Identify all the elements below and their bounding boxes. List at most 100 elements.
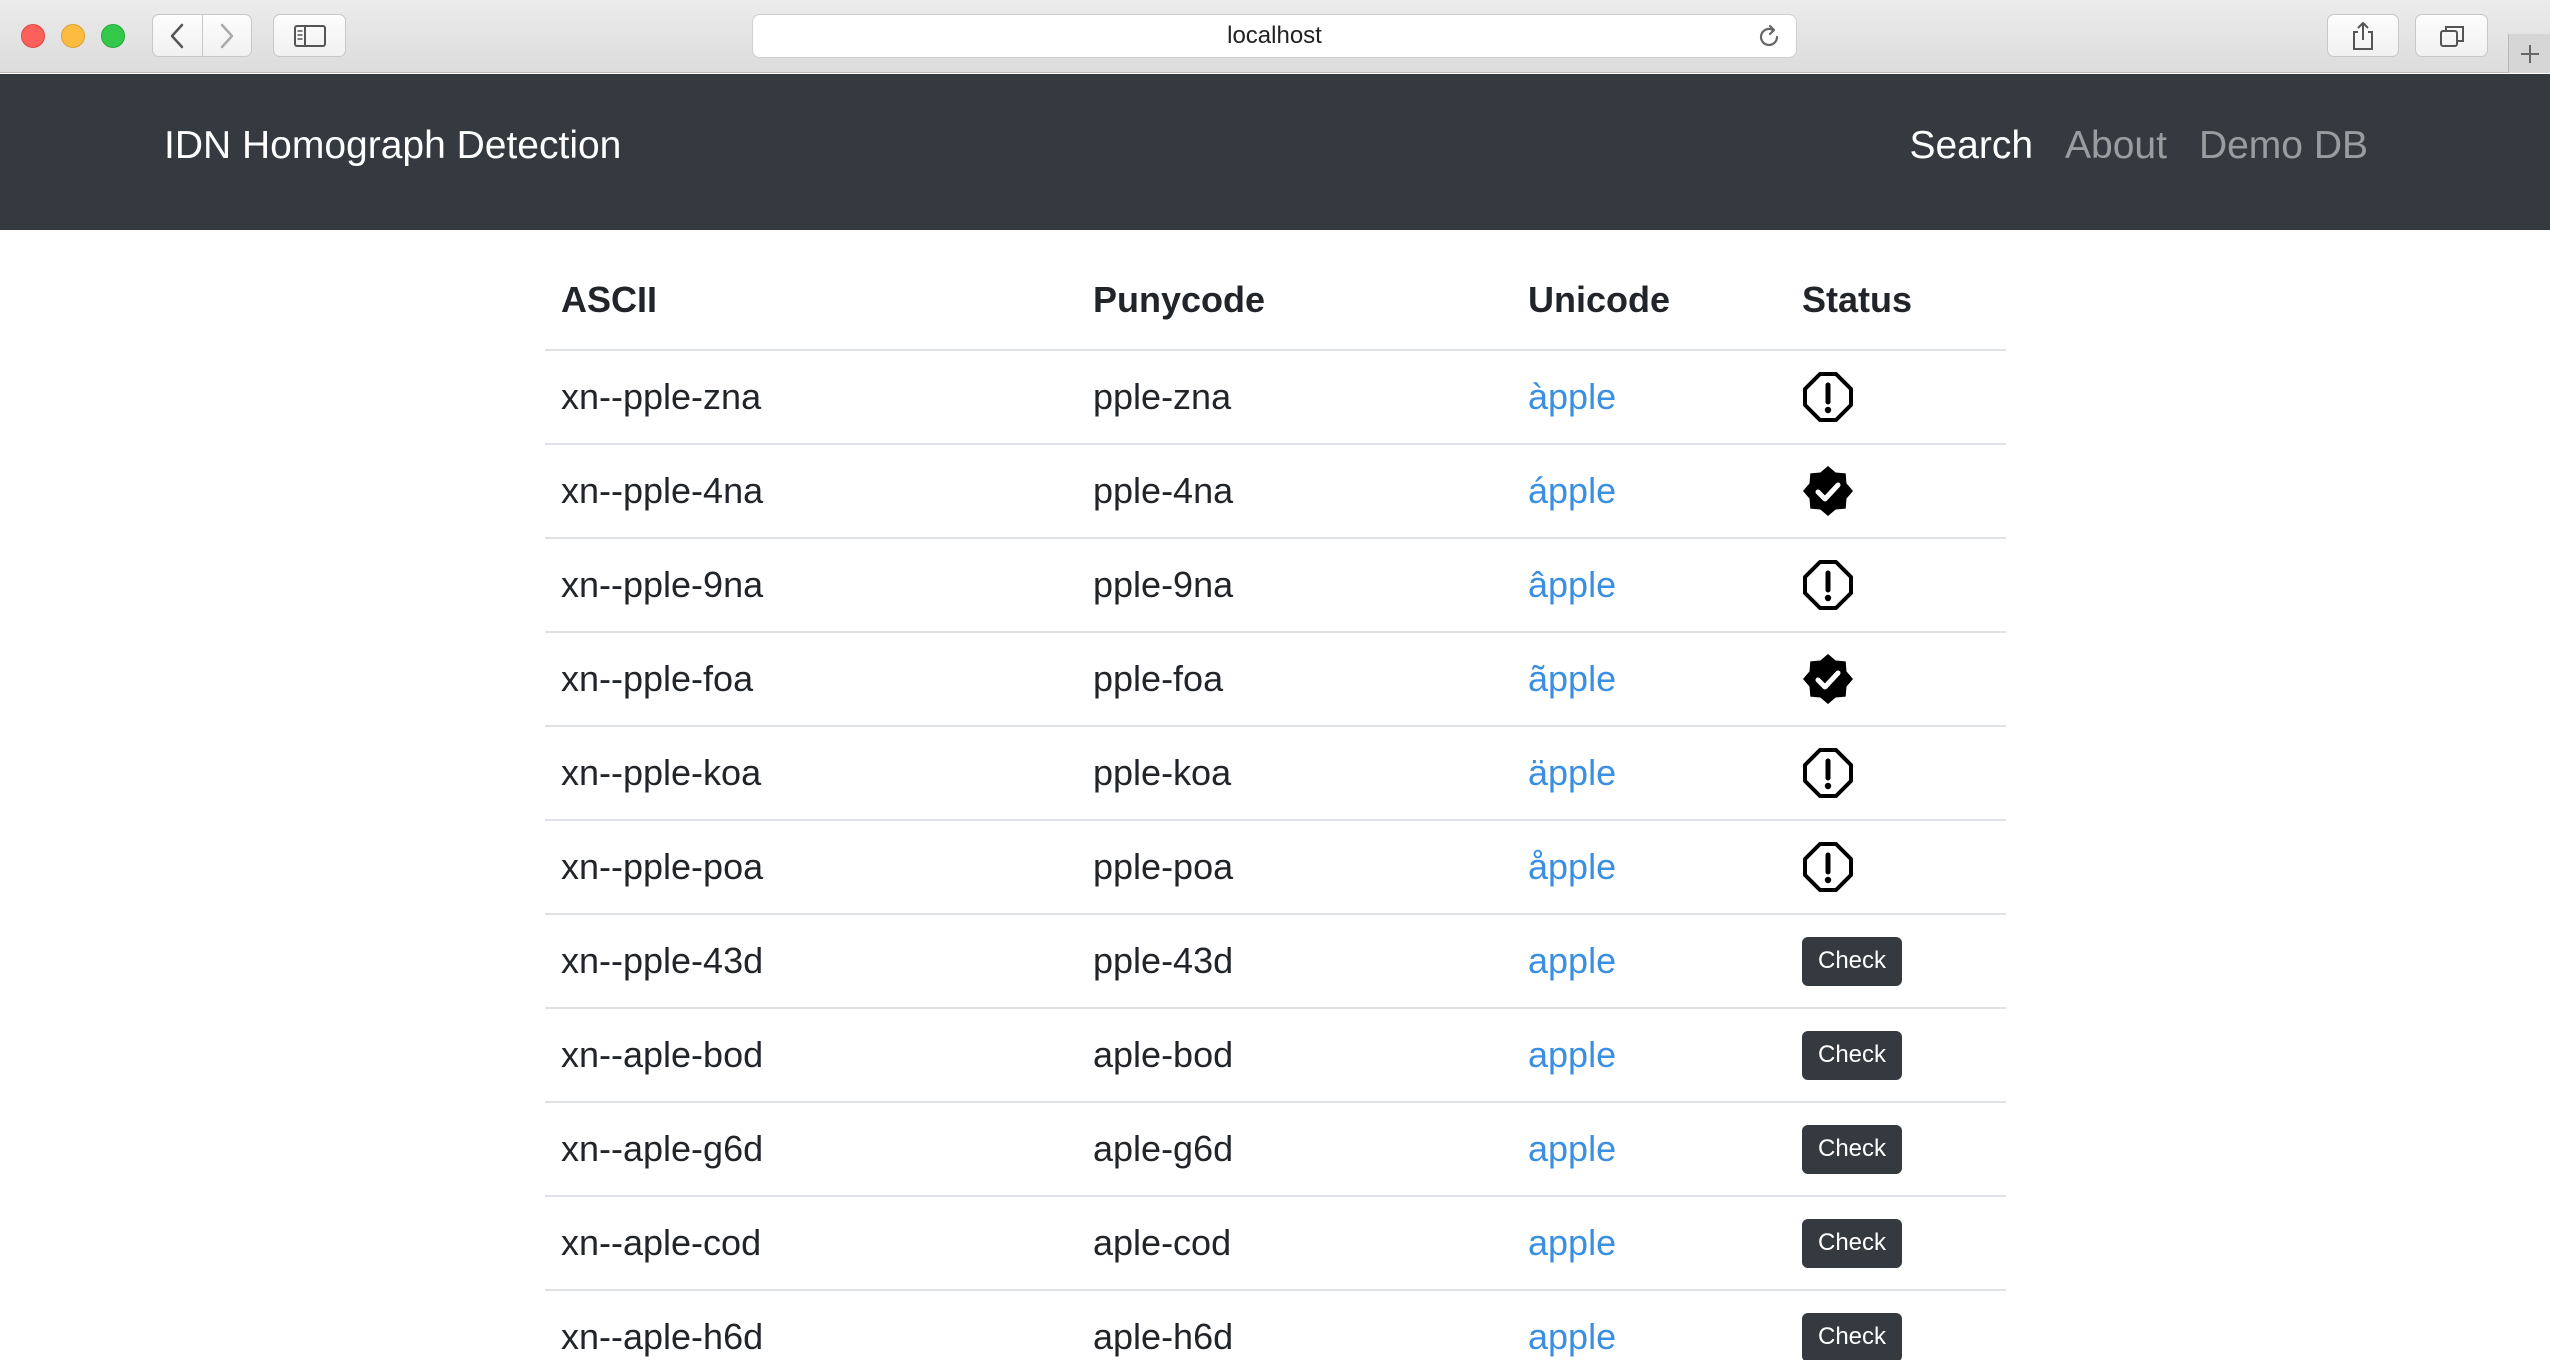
app-navbar: IDN Homograph Detection Search About Dem… xyxy=(0,74,2550,230)
header-status: Status xyxy=(1786,250,2006,351)
sidebar-icon xyxy=(293,24,326,47)
nav-links: Search About Demo DB xyxy=(1909,124,2368,168)
cell-unicode: apple xyxy=(1512,914,1786,1009)
table-row: xn--pple-koa pple-koa äpple xyxy=(545,726,2006,821)
verified-icon xyxy=(1802,653,1854,705)
cell-punycode: aple-bod xyxy=(1077,1008,1512,1103)
results-table: ASCII Punycode Unicode Status xn--pple-z… xyxy=(545,250,2006,1360)
share-button[interactable] xyxy=(2327,14,2399,57)
cell-punycode: pple-poa xyxy=(1077,820,1512,915)
show-tabs-button[interactable] xyxy=(2415,14,2488,57)
cell-punycode: pple-4na xyxy=(1077,444,1512,539)
nav-link-demo-db[interactable]: Demo DB xyxy=(2199,124,2368,168)
warning-icon xyxy=(1802,841,1854,893)
cell-unicode: âpple xyxy=(1512,538,1786,633)
cell-ascii: xn--aple-bod xyxy=(545,1008,1077,1103)
forward-button[interactable] xyxy=(201,15,251,56)
cell-punycode: pple-zna xyxy=(1077,350,1512,445)
address-text: localhost xyxy=(1227,22,1322,49)
unicode-link[interactable]: âpple xyxy=(1528,564,1616,605)
cell-status xyxy=(1786,726,2006,821)
cell-punycode: pple-43d xyxy=(1077,914,1512,1009)
table-row: xn--pple-43d pple-43d apple Check xyxy=(545,914,2006,1009)
cell-punycode: pple-foa xyxy=(1077,632,1512,727)
minimize-window-button[interactable] xyxy=(61,24,85,48)
cell-status xyxy=(1786,538,2006,633)
sidebar-toggle-button[interactable] xyxy=(273,14,346,57)
cell-unicode: àpple xyxy=(1512,350,1786,445)
cell-status xyxy=(1786,632,2006,727)
cell-ascii: xn--pple-koa xyxy=(545,726,1077,821)
unicode-link[interactable]: ãpple xyxy=(1528,658,1616,699)
plus-icon xyxy=(2520,44,2539,63)
cell-unicode: ãpple xyxy=(1512,632,1786,727)
check-button[interactable]: Check xyxy=(1802,1030,1902,1080)
unicode-link[interactable]: apple xyxy=(1528,1222,1616,1263)
zoom-window-button[interactable] xyxy=(101,24,125,48)
close-window-button[interactable] xyxy=(21,24,45,48)
unicode-link[interactable]: apple xyxy=(1528,1128,1616,1169)
history-nav-group xyxy=(152,14,252,57)
cell-punycode: pple-9na xyxy=(1077,538,1512,633)
cell-status xyxy=(1786,444,2006,539)
table-row: xn--aple-g6d aple-g6d apple Check xyxy=(545,1102,2006,1197)
unicode-link[interactable]: åpple xyxy=(1528,846,1616,887)
unicode-link[interactable]: àpple xyxy=(1528,376,1616,417)
cell-status xyxy=(1786,820,2006,915)
unicode-link[interactable]: apple xyxy=(1528,940,1616,981)
check-button[interactable]: Check xyxy=(1802,1312,1902,1360)
unicode-link[interactable]: äpple xyxy=(1528,752,1616,793)
results-table-container: ASCII Punycode Unicode Status xn--pple-z… xyxy=(545,250,2006,1360)
cell-status: Check xyxy=(1786,1102,2006,1197)
cell-ascii: xn--aple-h6d xyxy=(545,1290,1077,1360)
cell-ascii: xn--pple-9na xyxy=(545,538,1077,633)
check-button[interactable]: Check xyxy=(1802,1124,1902,1174)
cell-status: Check xyxy=(1786,914,2006,1009)
check-button[interactable]: Check xyxy=(1802,1218,1902,1268)
warning-icon xyxy=(1802,371,1854,423)
table-header-row: ASCII Punycode Unicode Status xyxy=(545,250,2006,351)
table-row: xn--aple-h6d aple-h6d apple Check xyxy=(545,1290,2006,1360)
unicode-link[interactable]: apple xyxy=(1528,1034,1616,1075)
table-row: xn--pple-4na pple-4na ápple xyxy=(545,444,2006,539)
unicode-link[interactable]: ápple xyxy=(1528,470,1616,511)
table-row: xn--pple-poa pple-poa åpple xyxy=(545,820,2006,915)
unicode-link[interactable]: apple xyxy=(1528,1316,1616,1357)
address-bar[interactable]: localhost xyxy=(752,14,1797,58)
cell-unicode: ápple xyxy=(1512,444,1786,539)
new-tab-button[interactable] xyxy=(2508,34,2550,73)
header-punycode: Punycode xyxy=(1077,250,1512,351)
check-button[interactable]: Check xyxy=(1802,936,1902,986)
verified-icon xyxy=(1802,465,1854,517)
table-row: xn--pple-foa pple-foa ãpple xyxy=(545,632,2006,727)
cell-ascii: xn--pple-4na xyxy=(545,444,1077,539)
back-button[interactable] xyxy=(153,15,202,56)
cell-status xyxy=(1786,350,2006,445)
cell-ascii: xn--aple-g6d xyxy=(545,1102,1077,1197)
cell-ascii: xn--pple-poa xyxy=(545,820,1077,915)
cell-unicode: apple xyxy=(1512,1102,1786,1197)
table-row: xn--pple-9na pple-9na âpple xyxy=(545,538,2006,633)
reload-icon[interactable] xyxy=(1756,24,1782,50)
cell-status: Check xyxy=(1786,1290,2006,1360)
chevron-left-icon xyxy=(171,23,184,48)
chevron-right-icon xyxy=(220,23,234,48)
cell-punycode: aple-h6d xyxy=(1077,1290,1512,1360)
table-row: xn--aple-cod aple-cod apple Check xyxy=(545,1196,2006,1291)
nav-link-about[interactable]: About xyxy=(2065,124,2167,168)
cell-status: Check xyxy=(1786,1008,2006,1103)
cell-ascii: xn--pple-foa xyxy=(545,632,1077,727)
cell-ascii: xn--aple-cod xyxy=(545,1196,1077,1291)
cell-status: Check xyxy=(1786,1196,2006,1291)
cell-ascii: xn--pple-zna xyxy=(545,350,1077,445)
cell-unicode: apple xyxy=(1512,1196,1786,1291)
nav-link-search[interactable]: Search xyxy=(1909,124,2033,168)
header-unicode: Unicode xyxy=(1512,250,1786,351)
cell-ascii: xn--pple-43d xyxy=(545,914,1077,1009)
cell-unicode: åpple xyxy=(1512,820,1786,915)
warning-icon xyxy=(1802,747,1854,799)
cell-punycode: pple-koa xyxy=(1077,726,1512,821)
brand-title[interactable]: IDN Homograph Detection xyxy=(164,124,621,168)
cell-unicode: apple xyxy=(1512,1290,1786,1360)
cell-punycode: aple-g6d xyxy=(1077,1102,1512,1197)
